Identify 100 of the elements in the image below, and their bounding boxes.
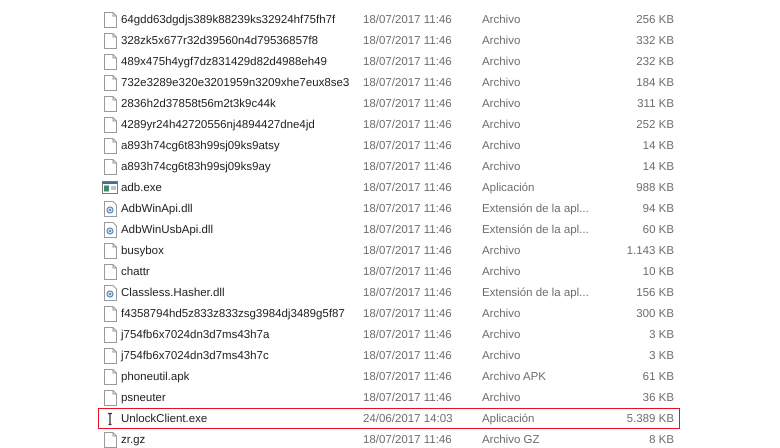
file-name[interactable]: psneuter [121,392,363,404]
file-name[interactable]: 328zk5x677r32d39560n4d79536857f8 [121,34,363,46]
file-type: Archivo [482,118,522,130]
file-type: Archivo [482,98,522,110]
file-icon [104,54,116,70]
file-type: Archivo [482,392,522,404]
file-size: 8 KB [648,434,674,446]
modified-date: 24/06/2017 14:03 [363,412,454,424]
file-icon [104,12,116,28]
file-icon [104,32,116,48]
file-size: 1.143 KB [626,244,674,256]
file-name[interactable]: UnlockClient.exe [121,412,363,424]
file-type: Archivo [482,308,522,320]
file-name[interactable]: AdbWinUsbApi.dll [121,224,363,236]
file-size: 5.389 KB [626,412,674,424]
modified-date: 18/07/2017 11:46 [363,244,453,256]
file-size: 256 KB [635,14,674,26]
modified-date: 18/07/2017 11:46 [363,286,453,298]
file-type: Extensión de la apl... [482,202,590,214]
file-name[interactable]: f4358794hd5z833z833zsg3984dj3489g5f87 [121,308,363,320]
modified-date: 18/07/2017 11:46 [363,160,453,172]
file-type: Aplicación [482,182,536,194]
file-size: 94 KB [642,202,674,214]
file-icon [104,390,116,406]
file-icon [104,96,116,112]
file-type: Archivo [482,34,522,46]
file-type: Archivo [482,140,522,152]
file-name[interactable]: 64gdd63dgdjs389k88239ks32924hf75fh7f [121,14,363,26]
modified-date: 18/07/2017 11:46 [363,266,453,278]
file-size: 10 KB [642,266,674,278]
gear-file-icon [104,284,116,300]
file-icon [104,264,116,280]
modified-date: 18/07/2017 11:46 [363,34,453,46]
file-type: Archivo [482,244,522,256]
file-type: Archivo [482,56,522,68]
file-icon [104,158,116,174]
file-name[interactable]: j754fb6x7024dn3d7ms43h7c [121,350,363,362]
file-type: Archivo [482,76,522,88]
file-icon [104,306,116,322]
file-size: 3 KB [648,328,674,340]
file-icon [104,138,116,154]
window-icon [102,181,118,194]
file-size: 60 KB [642,224,674,236]
file-name[interactable]: zr.gz [121,434,363,446]
gear-file-icon [104,222,116,238]
modified-date: 18/07/2017 11:46 [363,392,453,404]
file-type: Archivo [482,266,522,278]
modified-date: 18/07/2017 11:46 [363,56,453,68]
file-name[interactable]: 4289yr24h42720556nj4894427dne4jd [121,118,363,130]
file-name[interactable]: AdbWinApi.dll [121,202,363,214]
file-size: 14 KB [642,160,674,172]
file-size: 61 KB [642,370,674,382]
file-size: 14 KB [642,140,674,152]
modified-date: 18/07/2017 11:46 [363,202,453,214]
modified-date: 18/07/2017 11:46 [363,98,453,110]
file-icon [104,348,116,364]
file-type: Archivo [482,328,522,340]
file-size: 332 KB [635,34,674,46]
file-size: 36 KB [642,392,674,404]
modified-date: 18/07/2017 11:46 [363,434,453,446]
modified-date: 18/07/2017 11:46 [363,370,453,382]
modified-date: 18/07/2017 11:46 [363,76,453,88]
modified-date: 18/07/2017 11:46 [363,224,453,236]
file-size: 3 KB [648,350,674,362]
file-icon [104,368,116,384]
file-size: 252 KB [635,118,674,130]
file-name[interactable]: adb.exe [121,182,363,194]
file-name[interactable]: chattr [121,266,363,278]
file-size: 156 KB [635,286,674,298]
file-name[interactable]: Classless.Hasher.dll [121,286,363,298]
file-name[interactable]: j754fb6x7024dn3d7ms43h7a [121,328,363,340]
file-name[interactable]: a893h74cg6t83h99sj09ks9atsy [121,140,363,152]
modified-date: 18/07/2017 11:46 [363,140,453,152]
file-icon [104,242,116,258]
file-size: 232 KB [635,56,674,68]
file-name[interactable]: 732e3289e320e3201959n3209xhe7eux8se3 [121,76,363,88]
file-name[interactable]: 2836h2d37858t56m2t3k9c44k [121,98,363,110]
file-type: Aplicación [482,412,536,424]
modified-date: 18/07/2017 11:46 [363,182,453,194]
file-name[interactable]: 489x475h4ygf7dz831429d82d4988eh49 [121,56,363,68]
file-type: Archivo [482,14,522,26]
file-size: 300 KB [635,308,674,320]
modified-date: 18/07/2017 11:46 [363,308,453,320]
file-icon [104,74,116,90]
file-type: Extensión de la apl... [482,286,590,298]
file-type: Archivo APK [482,370,547,382]
file-type: Extensión de la apl... [482,224,590,236]
file-size: 988 KB [635,182,674,194]
modified-date: 18/07/2017 11:46 [363,328,453,340]
file-name[interactable]: busybox [121,244,363,256]
modified-date: 18/07/2017 11:46 [363,350,453,362]
file-name[interactable]: phoneutil.apk [121,370,363,382]
file-row[interactable]: UnlockClient.exe 24/06/2017 14:03 Aplicación 5.389 KB [98,408,680,429]
modified-date: 18/07/2017 11:46 [363,14,453,26]
file-icon [104,326,116,342]
file-name[interactable]: a893h74cg6t83h99sj09ks9ay [121,160,363,172]
gear-file-icon [104,200,116,216]
file-type: Archivo [482,160,522,172]
file-size: 184 KB [635,76,674,88]
file-type: Archivo [482,350,522,362]
